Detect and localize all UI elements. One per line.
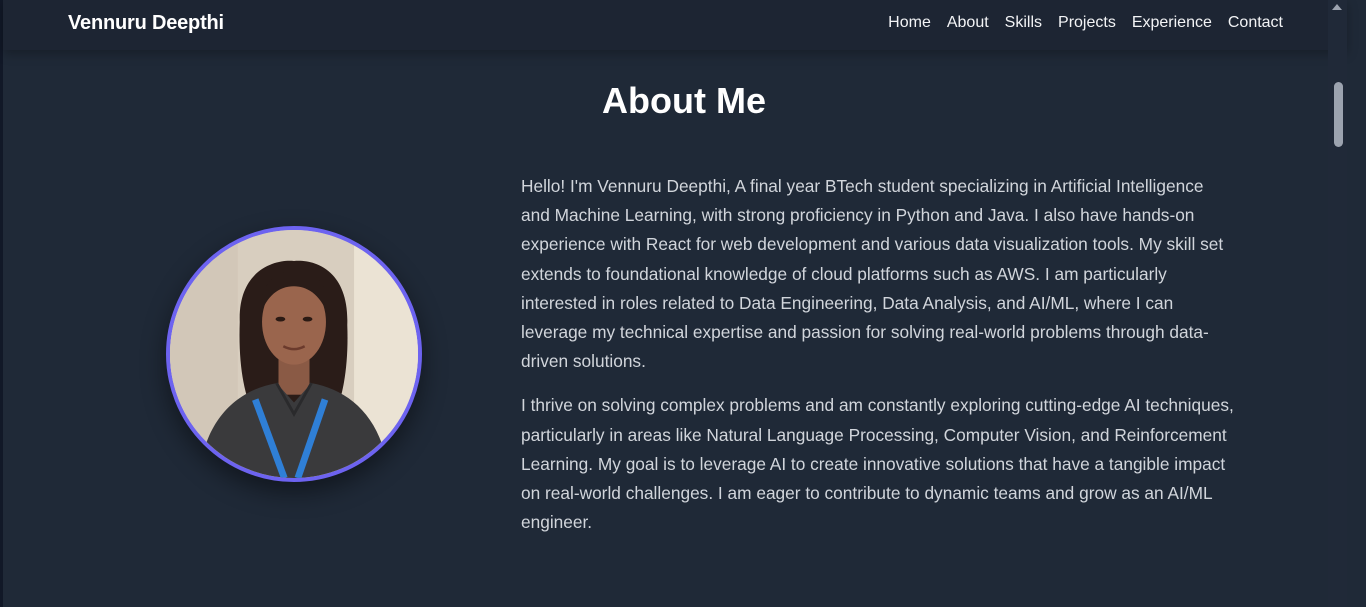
- nav-link-home[interactable]: Home: [888, 14, 931, 32]
- nav-link-experience[interactable]: Experience: [1132, 14, 1212, 32]
- profile-photo: [166, 226, 422, 482]
- nav-links: Home About Skills Projects Experience Co…: [888, 14, 1283, 32]
- navbar: Vennuru Deepthi Home About Skills Projec…: [3, 0, 1347, 50]
- section-title: About Me: [3, 80, 1347, 122]
- about-paragraph: I thrive on solving complex problems and…: [521, 395, 1234, 533]
- profile-photo-image: [170, 230, 418, 478]
- section-title-text: About Me: [602, 80, 766, 121]
- about-text: Hello! I'm Vennuru Deepthi, A final year…: [521, 172, 1237, 552]
- about-paragraph: Hello! I'm Vennuru Deepthi, A final year…: [521, 176, 1224, 372]
- nav-link-projects[interactable]: Projects: [1058, 14, 1116, 32]
- nav-link-about[interactable]: About: [947, 14, 989, 32]
- scroll-up-arrow-icon[interactable]: [1332, 4, 1342, 10]
- nav-link-skills[interactable]: Skills: [1005, 14, 1042, 32]
- scrollbar-thumb[interactable]: [1334, 82, 1343, 147]
- scrollbar[interactable]: [1328, 0, 1347, 607]
- nav-link-contact[interactable]: Contact: [1228, 14, 1283, 32]
- page: Vennuru Deepthi Home About Skills Projec…: [3, 0, 1347, 607]
- brand-name[interactable]: Vennuru Deepthi: [68, 12, 224, 35]
